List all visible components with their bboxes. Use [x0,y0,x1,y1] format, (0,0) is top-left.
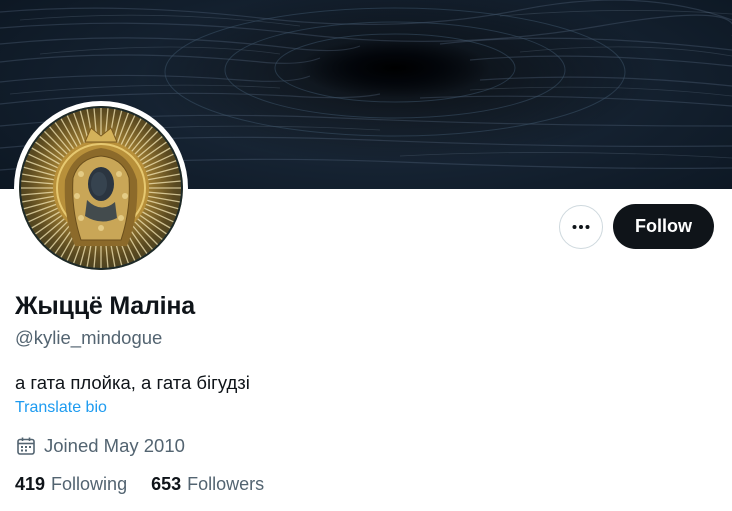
following-count: 419 [15,474,46,494]
profile-bio: а гата плойка, а гата бігудзі [15,372,250,393]
follow-button[interactable]: Follow [613,204,714,249]
followers-link[interactable]: 653 Followers [151,474,264,495]
more-horizontal-icon [572,225,590,229]
profile-page: Follow Жыццё Маліна @kylie_mindogue а га… [0,0,732,511]
followers-count: 653 [151,474,182,494]
display-name: Жыццё Маліна [15,292,195,320]
avatar-image [19,106,183,270]
joined-date: Joined May 2010 [15,435,185,457]
icon-artwork [19,106,183,270]
following-link[interactable]: 419 Following [15,474,127,495]
more-options-button[interactable] [559,205,603,249]
following-label: Following [51,474,128,494]
followers-label: Followers [187,474,265,494]
profile-avatar[interactable] [14,101,188,275]
user-handle: @kylie_mindogue [15,327,163,348]
translate-bio-link[interactable]: Translate bio [15,399,107,417]
follow-stats: 419 Following 653 Followers [15,474,264,495]
calendar-icon [17,437,35,455]
joined-date-text: Joined May 2010 [44,435,185,456]
